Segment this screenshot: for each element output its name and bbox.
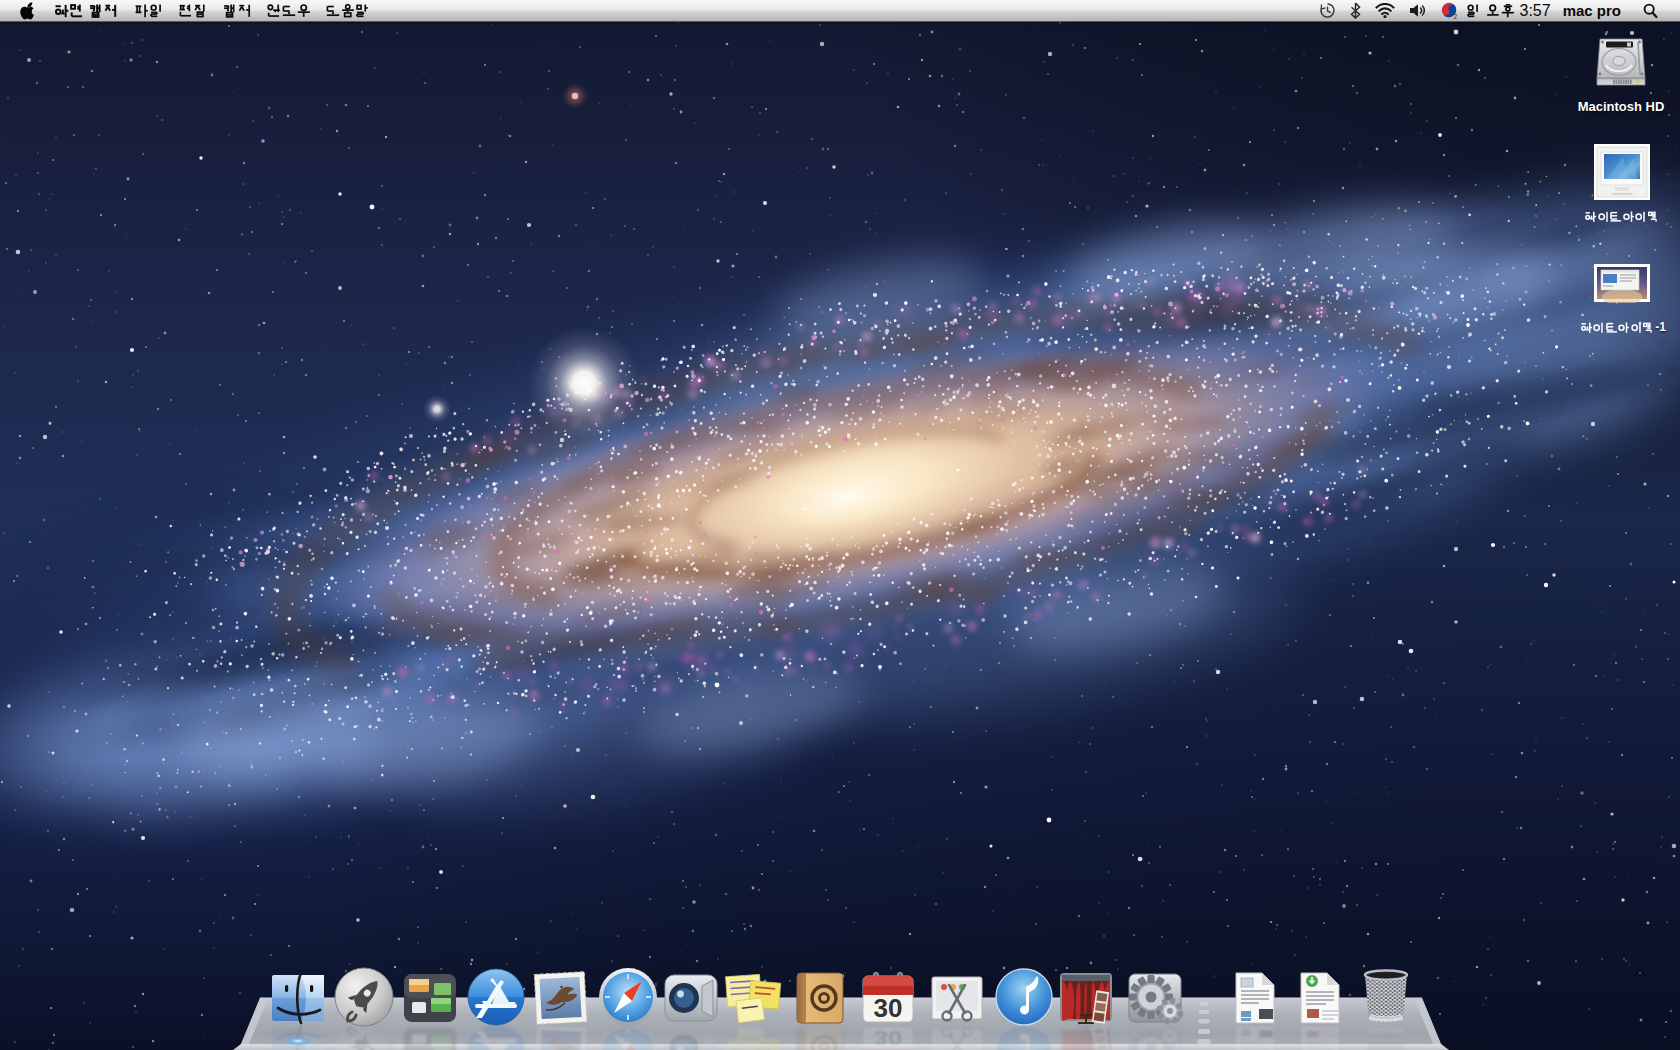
svg-text:2: 2	[1454, 13, 1458, 20]
